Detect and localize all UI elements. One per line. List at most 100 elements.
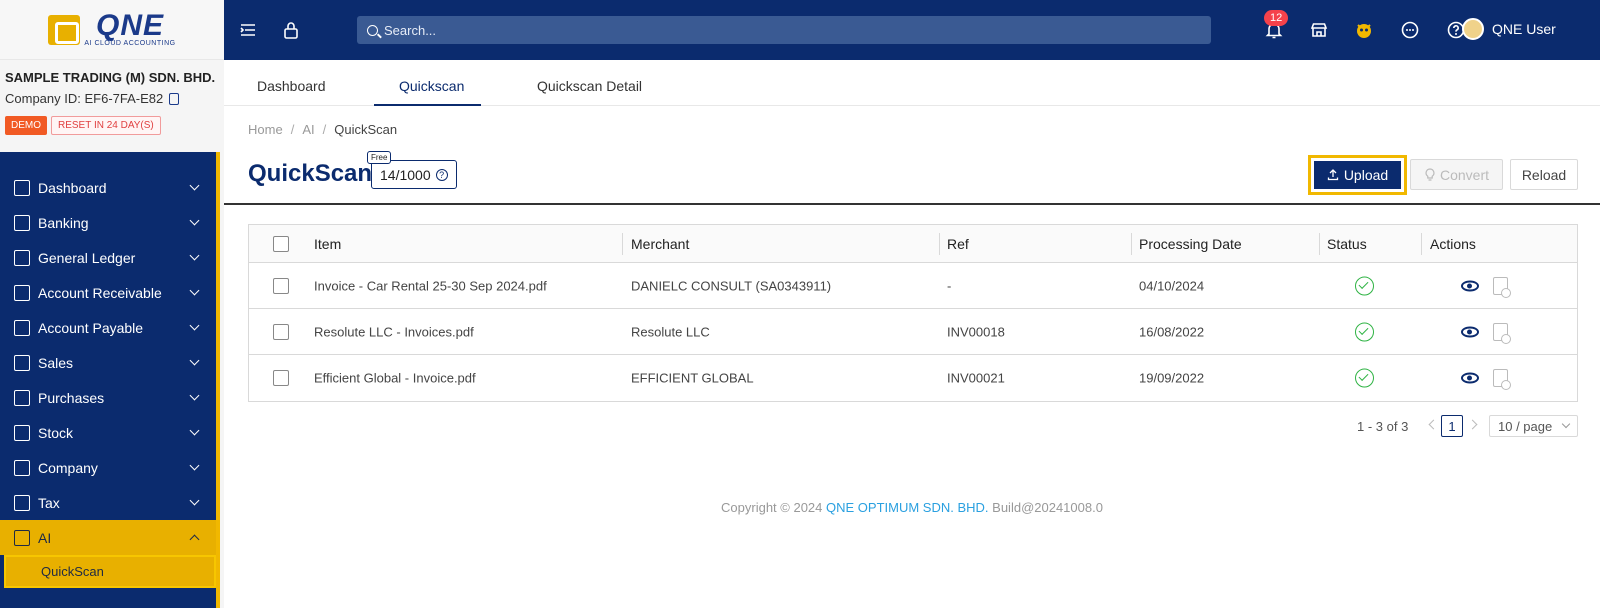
upload-button-highlight: Upload (1308, 155, 1407, 195)
company-id: Company ID: EF6-7FA-E82 (5, 91, 219, 106)
chevron-left-icon[interactable] (1428, 419, 1439, 430)
tab-quickscan[interactable]: Quickscan (399, 78, 464, 94)
sidebar-item-label: Dashboard (38, 179, 107, 196)
reload-button[interactable]: Reload (1510, 159, 1578, 190)
box-icon (14, 424, 30, 441)
sidebar-item-label: Stock (38, 424, 74, 441)
chevron-up-icon (189, 534, 200, 545)
sidebar-item-company[interactable]: Company (0, 450, 216, 485)
sidebar-item-label: Sales (38, 354, 74, 371)
cell-date: 04/10/2024 (1139, 278, 1205, 293)
breadcrumb: Home / AI / QuickScan (248, 122, 398, 137)
search-input[interactable]: Search... (357, 16, 1211, 44)
store-icon[interactable] (1309, 20, 1329, 40)
copy-icon[interactable] (169, 92, 180, 105)
logo-mark-icon (48, 14, 81, 45)
logo-area[interactable]: QNE AI CLOUD ACCOUNTING (0, 0, 224, 60)
page-size-select[interactable]: 10 / page (1489, 415, 1578, 437)
cell-date: 16/08/2022 (1139, 324, 1205, 339)
sidebar-nav: Dashboard Banking General Ledger Account… (0, 152, 220, 608)
tab-dashboard[interactable]: Dashboard (257, 78, 326, 94)
tab-quickscan-detail[interactable]: Quickscan Detail (537, 78, 642, 94)
check-circle-icon (1355, 322, 1374, 341)
ai-mascot-icon[interactable] (1354, 20, 1374, 40)
chevron-down-icon (189, 355, 200, 366)
chat-icon[interactable] (1400, 20, 1420, 40)
cell-merchant: Resolute LLC (631, 324, 710, 339)
free-tag: Free (367, 151, 392, 164)
breadcrumb-ai[interactable]: AI (302, 122, 314, 137)
chevron-down-icon (189, 180, 200, 191)
sidebar-item-account-payable[interactable]: Account Payable (0, 310, 216, 345)
payable-icon (14, 319, 30, 336)
document-convert-icon[interactable] (1493, 369, 1511, 390)
pagination-page-1[interactable]: 1 (1441, 415, 1463, 437)
search-icon (367, 24, 378, 36)
sidebar-item-general-ledger[interactable]: General Ledger (0, 240, 216, 275)
sidebar-item-label: Account Receivable (38, 284, 162, 301)
column-header-merchant[interactable]: Merchant (631, 236, 689, 252)
upload-icon (1327, 169, 1338, 181)
sidebar-item-ai[interactable]: AI (0, 520, 216, 555)
notification-badge: 12 (1264, 10, 1289, 26)
chevron-down-icon (189, 250, 200, 261)
question-icon[interactable]: ? (435, 168, 448, 181)
search-placeholder: Search... (384, 22, 437, 38)
select-all-checkbox[interactable] (273, 235, 289, 252)
quota-value: 14/1000 (380, 166, 431, 183)
column-header-status: Status (1327, 235, 1367, 252)
sidebar-item-dashboard[interactable]: Dashboard (0, 170, 216, 205)
breadcrumb-home[interactable]: Home (248, 122, 283, 137)
row-checkbox[interactable] (273, 323, 289, 340)
page-size-value: 10 / page (1498, 418, 1553, 434)
upload-button[interactable]: Upload (1314, 161, 1401, 189)
chevron-right-icon[interactable] (1467, 419, 1478, 430)
menu-toggle-icon[interactable] (238, 20, 258, 40)
section-divider (224, 203, 1600, 205)
convert-button[interactable]: Convert (1410, 159, 1503, 190)
table-row[interactable]: Invoice - Car Rental 25-30 Sep 2024.pdf … (249, 263, 1577, 309)
tab-bar: Dashboard Quickscan Quickscan Detail (224, 60, 1600, 106)
eye-icon[interactable] (1461, 326, 1479, 337)
logo: QNE AI CLOUD ACCOUNTING (48, 9, 175, 47)
building-icon (14, 459, 30, 476)
chevron-down-icon (189, 390, 200, 401)
table-row[interactable]: Resolute LLC - Invoices.pdf Resolute LLC… (249, 309, 1577, 355)
quota-indicator: 14/1000 ? (371, 160, 457, 189)
avatar (1462, 18, 1484, 40)
chevron-down-icon (189, 215, 200, 226)
row-checkbox[interactable] (273, 370, 289, 386)
chevron-down-icon (189, 460, 200, 471)
eye-icon[interactable] (1461, 280, 1479, 291)
column-header-ref[interactable]: Ref (947, 236, 969, 252)
sidebar-item-purchases[interactable]: Purchases (0, 380, 216, 415)
sidebar-item-banking[interactable]: Banking (0, 205, 216, 240)
footer-build: Build@20241008.0 (992, 500, 1103, 515)
column-header-item[interactable]: Item (314, 236, 341, 252)
eye-icon[interactable] (1461, 372, 1479, 384)
document-convert-icon[interactable] (1493, 276, 1511, 298)
sidebar-subitem-quickscan[interactable]: QuickScan (4, 555, 216, 588)
sidebar-item-stock[interactable]: Stock (0, 415, 216, 450)
sidebar-item-account-receivable[interactable]: Account Receivable (0, 275, 216, 310)
sidebar-item-label: Account Payable (38, 319, 144, 336)
sidebar-item-sales[interactable]: Sales (0, 345, 216, 380)
demo-badge: DEMO (5, 116, 47, 135)
chevron-down-icon (1561, 419, 1571, 429)
active-tab-indicator (374, 104, 481, 106)
chevron-down-icon (189, 425, 200, 436)
row-checkbox[interactable] (273, 277, 289, 294)
document-convert-icon[interactable] (1493, 322, 1511, 344)
cell-item: Resolute LLC - Invoices.pdf (314, 324, 474, 339)
lock-icon[interactable] (281, 20, 301, 40)
bank-icon (14, 214, 30, 231)
user-menu[interactable]: QNE User (1462, 18, 1556, 40)
check-circle-icon (1355, 368, 1374, 388)
column-header-processing-date[interactable]: Processing Date (1139, 236, 1242, 252)
table-row[interactable]: Efficient Global - Invoice.pdf EFFICIENT… (249, 355, 1577, 401)
footer-copyright: Copyright © 2024 (721, 500, 823, 515)
logo-text: QNE (95, 9, 164, 42)
footer-company-link[interactable]: QNE OPTIMUM SDN. BHD. (826, 500, 989, 515)
company-id-label: Company ID: EF6-7FA-E82 (5, 91, 164, 106)
cell-item: Invoice - Car Rental 25-30 Sep 2024.pdf (314, 278, 547, 293)
